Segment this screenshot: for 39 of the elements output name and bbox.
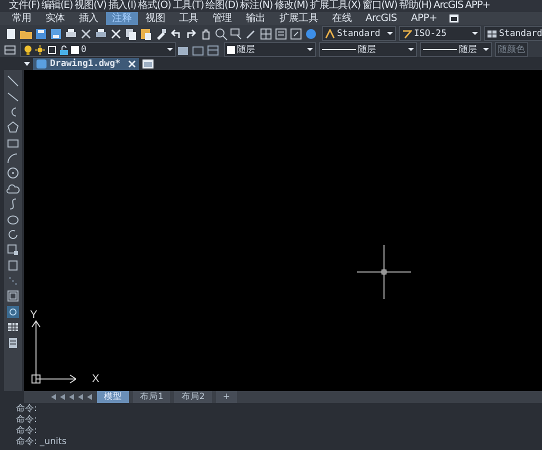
command-line: 命令:	[16, 415, 38, 426]
menu-item[interactable]: 修改(M)	[274, 0, 309, 12]
drawing-canvas[interactable]: Y X	[24, 70, 542, 391]
ribbon-tab[interactable]: 视图	[140, 12, 172, 25]
x-axis-label: X	[92, 373, 100, 385]
lineweight-dropdown[interactable]: 随层	[420, 42, 492, 57]
menu-item[interactable]: 工具(T)	[172, 0, 205, 12]
layout-tab[interactable]: 布局2	[174, 391, 212, 403]
menu-item[interactable]: 插入(I)	[107, 0, 138, 12]
layout-tab[interactable]: +	[216, 391, 237, 403]
linetype-dropdown[interactable]: 随层	[319, 42, 417, 57]
command-line: 命令:	[16, 426, 38, 436]
y-axis-label: Y	[30, 309, 38, 321]
ribbon-tab[interactable]: 扩展工具	[273, 12, 324, 25]
ribbon-tab[interactable]: 常用	[6, 12, 38, 25]
ribbon-tab[interactable]: 实体	[39, 12, 71, 25]
menu-item[interactable]: 编辑(E)	[40, 0, 74, 12]
dimension-style-dropdown[interactable]: ISO-25	[399, 26, 481, 41]
ribbon-tab[interactable]: ArcGIS	[359, 12, 403, 25]
command-line: 命令:	[16, 404, 38, 414]
document-tab[interactable]: Drawing1.dwg*	[33, 58, 139, 70]
text-style-dropdown[interactable]: Standard	[322, 26, 396, 41]
menu-item[interactable]: APP+	[464, 0, 492, 12]
ribbon-tab[interactable]: 工具	[173, 12, 204, 25]
menu-item[interactable]: 视图(V)	[74, 0, 108, 12]
menu-item[interactable]: ArcGIS	[432, 0, 464, 12]
menu-item[interactable]: 帮助(H)	[398, 0, 432, 12]
ribbon-tab[interactable]: 输出	[240, 12, 272, 25]
layer-dropdown[interactable]: 0	[20, 42, 176, 57]
menu-item[interactable]: 绘图(D)	[204, 0, 240, 12]
ribbon-tab[interactable]: 管理	[206, 12, 238, 25]
ribbon-tab[interactable]: APP+	[404, 12, 444, 25]
ribbon-tab[interactable]: 在线	[326, 12, 358, 25]
command-line: 命令: _units	[16, 437, 68, 448]
ribbon-tab[interactable]: 插入	[72, 12, 104, 25]
menu-item[interactable]: 格式(O)	[137, 0, 172, 12]
table-style-dropdown[interactable]: Standard	[484, 26, 542, 41]
layout-tab[interactable]: 布局1	[133, 391, 170, 403]
color-dropdown[interactable]: 随层	[224, 42, 316, 57]
